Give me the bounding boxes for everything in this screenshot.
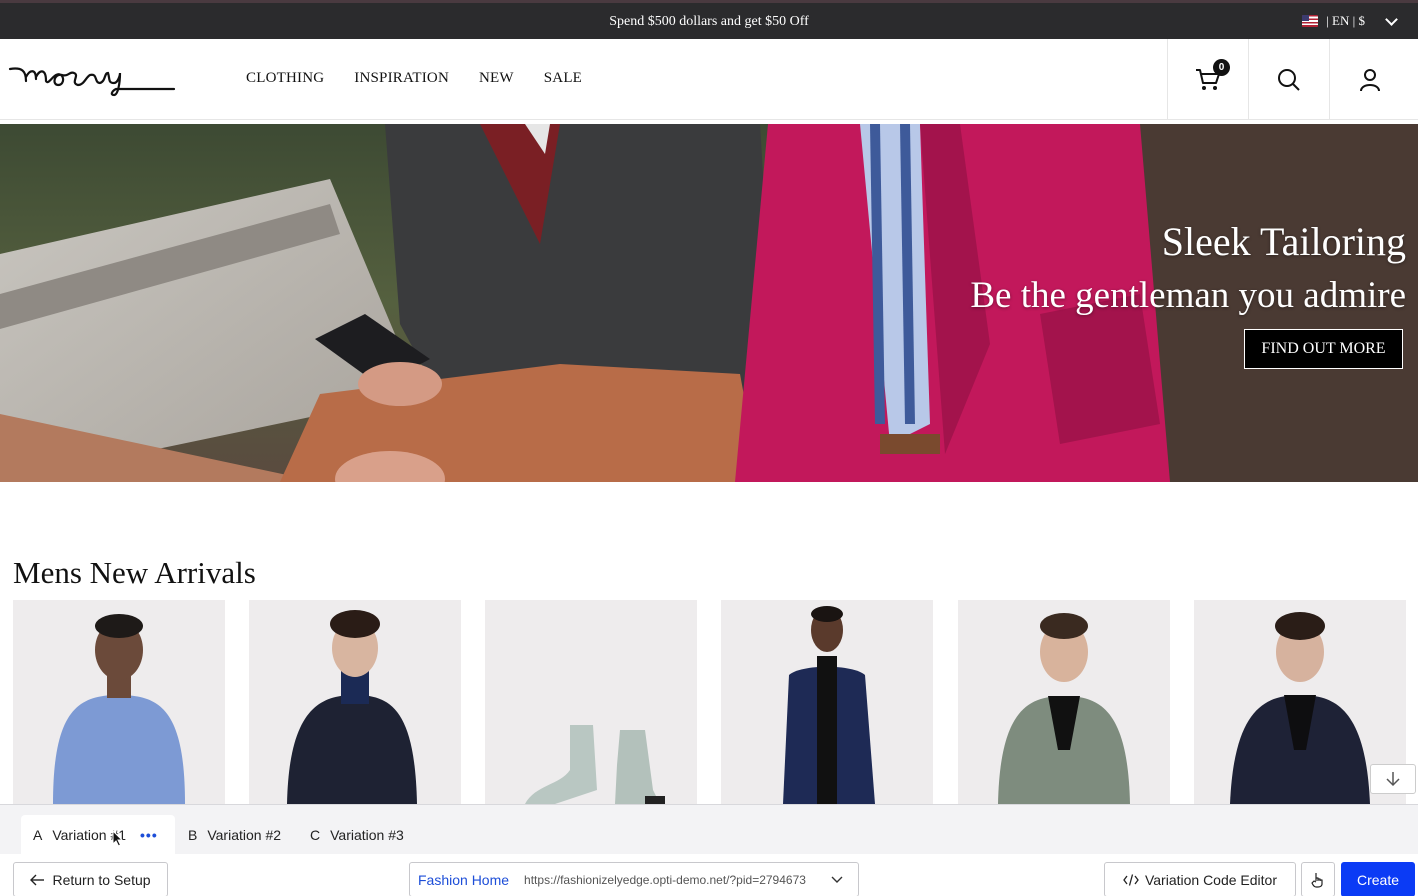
- page-name: Fashion Home: [418, 871, 510, 888]
- product-row: [13, 600, 1406, 804]
- hero-title: Sleek Tailoring: [1161, 219, 1406, 264]
- tab-variation-1[interactable]: A Variation #1 •••: [21, 815, 175, 855]
- nav-new[interactable]: NEW: [479, 70, 514, 87]
- product-card[interactable]: [13, 600, 225, 804]
- product-image: [287, 610, 417, 804]
- us-flag-icon: [1302, 15, 1319, 27]
- find-out-more-button[interactable]: FIND OUT MORE: [1244, 329, 1403, 369]
- tab-variation-2[interactable]: B Variation #2: [188, 815, 281, 855]
- page-url: https://fashionizelyedge.opti-demo.net/?…: [524, 872, 806, 887]
- product-image: [998, 613, 1130, 804]
- hero-subtitle: Be the gentleman you admire: [970, 275, 1406, 316]
- create-button[interactable]: Create: [1341, 862, 1415, 896]
- chevron-down-icon[interactable]: [1385, 12, 1398, 26]
- promo-text: Spend $500 dollars and get $50 Off: [609, 14, 809, 29]
- cart-count-badge: 0: [1213, 59, 1230, 76]
- product-image: [53, 614, 185, 804]
- chevron-down-icon[interactable]: [831, 876, 843, 884]
- variation-letter: C: [310, 827, 321, 843]
- product-card[interactable]: [485, 600, 697, 804]
- mosey-logo[interactable]: [8, 61, 176, 97]
- return-to-setup-button[interactable]: Return to Setup: [13, 862, 168, 896]
- variation-label: Variation #3: [330, 827, 404, 843]
- product-image: [783, 606, 875, 804]
- variation-label: Variation #2: [207, 827, 282, 843]
- interactive-mode-button[interactable]: [1301, 862, 1335, 896]
- promo-bar: Spend $500 dollars and get $50 Off | EN …: [0, 0, 1418, 39]
- nav-clothing[interactable]: CLOTHING: [246, 70, 324, 87]
- tab-variation-3[interactable]: C Variation #3: [310, 815, 404, 855]
- experiment-editor-bar: A Variation #1 ••• B Variation #2 C Vari…: [0, 804, 1418, 896]
- nav-inspiration[interactable]: INSPIRATION: [354, 70, 449, 87]
- variation-letter: A: [33, 827, 43, 843]
- return-label: Return to Setup: [52, 871, 151, 888]
- main-nav: CLOTHING INSPIRATION NEW SALE: [246, 70, 582, 87]
- locale-selector[interactable]: | EN | $: [1302, 12, 1398, 29]
- more-options-icon[interactable]: •••: [140, 827, 158, 843]
- hand-pointer-icon: [1311, 872, 1323, 888]
- site-header: CLOTHING INSPIRATION NEW SALE 0: [0, 39, 1418, 120]
- variation-code-editor-button[interactable]: Variation Code Editor: [1104, 862, 1296, 896]
- product-card[interactable]: [958, 600, 1170, 804]
- search-button[interactable]: [1248, 39, 1329, 120]
- account-icon: [1360, 68, 1380, 91]
- section-title: Mens New Arrivals: [13, 555, 256, 590]
- nav-sale[interactable]: SALE: [544, 70, 582, 87]
- editor-toolbar: Return to Setup Fashion Home https://fas…: [0, 854, 1418, 896]
- product-card[interactable]: [721, 600, 933, 804]
- locale-label: | EN | $: [1326, 13, 1365, 28]
- code-icon: [1123, 873, 1139, 886]
- hero-banner: Sleek Tailoring Be the gentleman you adm…: [0, 124, 1418, 482]
- scroll-down-button[interactable]: [1370, 764, 1416, 794]
- page-url-selector[interactable]: Fashion Home https://fashionizelyedge.op…: [409, 862, 859, 896]
- mouse-cursor-icon: [112, 830, 124, 847]
- arrow-down-icon: [1386, 772, 1400, 787]
- code-editor-label: Variation Code Editor: [1144, 871, 1278, 888]
- arrow-left-icon: [30, 874, 45, 885]
- product-card[interactable]: [249, 600, 461, 804]
- variation-letter: B: [188, 827, 198, 843]
- account-button[interactable]: [1329, 39, 1410, 120]
- product-image: [525, 725, 665, 804]
- cart-button[interactable]: 0: [1167, 39, 1248, 120]
- search-icon: [1278, 68, 1300, 91]
